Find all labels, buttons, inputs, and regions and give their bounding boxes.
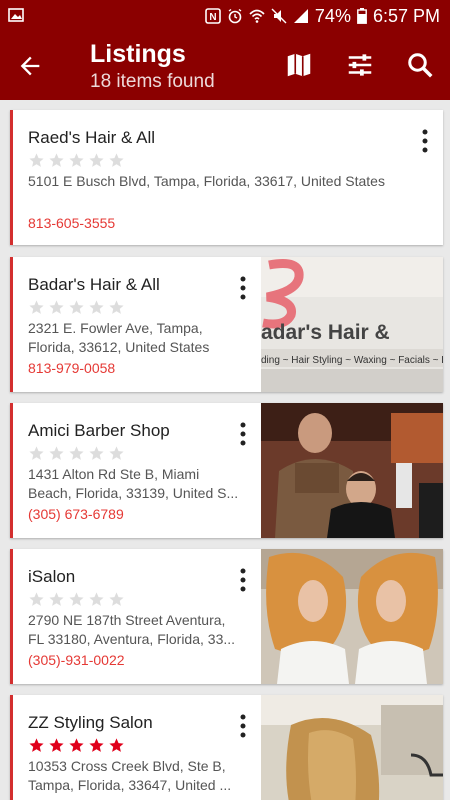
star-icon bbox=[89, 153, 104, 167]
star-icon bbox=[69, 300, 84, 314]
salon-sign-image: adar's Hair & ding ~ Hair Styling ~ Waxi… bbox=[261, 257, 443, 392]
star-icon bbox=[109, 446, 124, 460]
listing-card[interactable]: Amici Barber Shop 1431 Alton Rd Ste B, M… bbox=[10, 403, 443, 538]
star-icon bbox=[109, 153, 124, 167]
rating-stars bbox=[28, 737, 125, 754]
listing-image[interactable] bbox=[261, 695, 443, 800]
silent-icon bbox=[271, 8, 287, 24]
more-vert-icon[interactable] bbox=[233, 421, 253, 447]
star-icon bbox=[49, 446, 64, 460]
more-vert-icon[interactable] bbox=[233, 567, 253, 593]
star-icon bbox=[89, 446, 104, 460]
page-title: Listings bbox=[90, 40, 186, 68]
star-icon bbox=[109, 738, 124, 752]
rating-stars bbox=[28, 591, 125, 608]
svg-text:ding ~ Hair Styling ~ Waxing ~: ding ~ Hair Styling ~ Waxing ~ Facials ~… bbox=[261, 355, 443, 366]
rating-stars bbox=[28, 299, 125, 316]
listing-name: Raed's Hair & All bbox=[28, 128, 156, 147]
salon-photo bbox=[261, 695, 443, 800]
listing-phone[interactable]: (305)-931-0022 bbox=[28, 652, 125, 668]
more-vert-icon[interactable] bbox=[415, 128, 435, 154]
filter-icon[interactable] bbox=[345, 50, 375, 80]
star-icon bbox=[29, 153, 44, 167]
items-count: 18 items found bbox=[90, 71, 215, 92]
listing-card[interactable]: ZZ Styling Salon 10353 Cross Creek Blvd,… bbox=[10, 695, 443, 800]
listing-address: 2321 E. Fowler Ave, Tampa, Florida, 3361… bbox=[28, 320, 210, 355]
star-icon bbox=[29, 300, 44, 314]
battery-percent: 74% bbox=[314, 5, 351, 26]
rating-stars bbox=[28, 152, 125, 169]
star-icon bbox=[69, 446, 84, 460]
listing-address: 10353 Cross Creek Blvd, Ste B, Tampa, Fl… bbox=[28, 758, 232, 793]
star-icon bbox=[29, 446, 44, 460]
star-icon bbox=[109, 300, 124, 314]
star-icon bbox=[89, 738, 104, 752]
listing-image[interactable] bbox=[261, 549, 443, 684]
star-icon bbox=[69, 738, 84, 752]
listing-card[interactable]: Raed's Hair & All 5101 E Busch Blvd, Tam… bbox=[10, 110, 443, 245]
back-arrow-icon[interactable] bbox=[16, 52, 44, 80]
app-bar: Listings 18 items found bbox=[0, 32, 450, 100]
star-icon bbox=[29, 592, 44, 606]
star-icon bbox=[29, 738, 44, 752]
alarm-icon bbox=[228, 8, 242, 24]
listing-phone[interactable]: 813-605-3555 bbox=[28, 215, 115, 231]
svg-text:N: N bbox=[209, 12, 216, 23]
star-icon bbox=[49, 153, 64, 167]
listing-card[interactable]: iSalon 2790 NE 187th Street Aventura, FL… bbox=[10, 549, 443, 684]
listing-name: ZZ Styling Salon bbox=[28, 713, 153, 732]
listing-image[interactable] bbox=[261, 403, 443, 538]
listings-list[interactable]: Raed's Hair & All 5101 E Busch Blvd, Tam… bbox=[0, 100, 450, 800]
listing-phone[interactable]: (305) 673-6789 bbox=[28, 506, 124, 522]
barber-photo bbox=[261, 403, 443, 538]
salon-photo bbox=[261, 549, 443, 684]
listing-phone[interactable]: 813-979-0058 bbox=[28, 360, 115, 376]
image-icon bbox=[8, 8, 24, 22]
svg-text:adar's Hair &: adar's Hair & bbox=[261, 321, 390, 344]
listing-address: 1431 Alton Rd Ste B, Miami Beach, Florid… bbox=[28, 466, 239, 501]
listing-name: iSalon bbox=[28, 567, 76, 586]
listing-address: 5101 E Busch Blvd, Tampa, Florida, 33617… bbox=[28, 173, 385, 189]
more-vert-icon[interactable] bbox=[233, 713, 253, 739]
listing-address: 2790 NE 187th Street Aventura, FL 33180,… bbox=[28, 612, 236, 647]
listing-card[interactable]: Badar's Hair & All 2321 E. Fowler Ave, T… bbox=[10, 257, 443, 392]
signal-icon bbox=[293, 9, 308, 23]
star-icon bbox=[109, 592, 124, 606]
map-icon[interactable] bbox=[284, 50, 314, 80]
more-vert-icon[interactable] bbox=[233, 275, 253, 301]
listing-name: Badar's Hair & All bbox=[28, 275, 160, 294]
star-icon bbox=[49, 592, 64, 606]
star-icon bbox=[69, 153, 84, 167]
clock: 6:57 PM bbox=[372, 5, 440, 26]
nfc-icon: N bbox=[205, 8, 221, 24]
star-icon bbox=[49, 300, 64, 314]
listing-name: Amici Barber Shop bbox=[28, 421, 170, 440]
wifi-icon bbox=[249, 9, 265, 23]
battery-icon bbox=[357, 8, 367, 24]
star-icon bbox=[89, 592, 104, 606]
listing-image[interactable]: adar's Hair & ding ~ Hair Styling ~ Waxi… bbox=[261, 257, 443, 392]
rating-stars bbox=[28, 445, 125, 462]
star-icon bbox=[69, 592, 84, 606]
search-icon[interactable] bbox=[405, 50, 435, 80]
star-icon bbox=[49, 738, 64, 752]
status-bar: N 74% 6:57 PM bbox=[0, 0, 450, 32]
star-icon bbox=[89, 300, 104, 314]
